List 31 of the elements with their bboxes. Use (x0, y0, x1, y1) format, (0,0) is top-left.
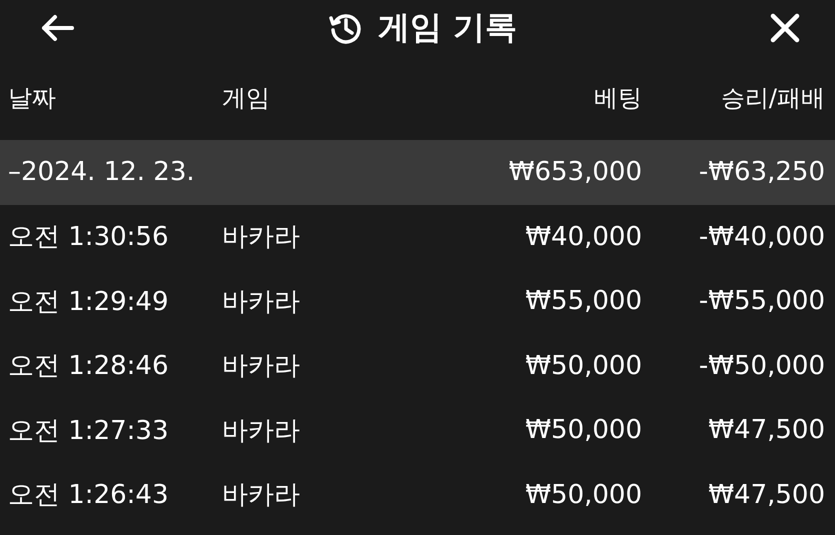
result-cell: -₩40,000 (698, 222, 825, 252)
time-cell: 오전 1:26:43 (8, 480, 168, 510)
bet-cell: ₩40,000 (525, 222, 642, 252)
time-cell: 오전 1:29:49 (8, 286, 168, 317)
close-icon[interactable] (768, 12, 801, 44)
column-header: 날짜 (8, 84, 56, 112)
window-title: 게임 기록 (378, 7, 518, 48)
result-cell: ₩47,500 (708, 480, 825, 510)
column-header: 게임 (222, 84, 270, 112)
game-cell: 바카라 (222, 480, 300, 510)
bet-cell: ₩55,000 (525, 286, 642, 316)
group-bet-total: ₩653,000 (508, 157, 642, 188)
date-group-row[interactable]: –2024. 12. 23. ₩653,000 -₩63,250 (0, 140, 835, 204)
time-cell: 오전 1:28:46 (8, 351, 168, 382)
column-header: 승리/패배 (720, 84, 825, 112)
bet-cell: ₩50,000 (525, 350, 642, 381)
game-cell: 바카라 (222, 222, 300, 252)
back-icon[interactable] (40, 13, 76, 43)
game-cell: 바카라 (222, 286, 300, 317)
group-date: –2024. 12. 23. (8, 157, 195, 188)
game-cell: 바카라 (222, 416, 300, 446)
time-cell: 오전 1:27:33 (8, 416, 168, 446)
result-cell: -₩55,000 (698, 286, 825, 316)
bet-cell: ₩50,000 (525, 415, 642, 446)
result-cell: ₩47,500 (708, 415, 825, 446)
time-cell: 오전 1:30:56 (8, 222, 168, 252)
bet-cell: ₩50,000 (525, 480, 642, 510)
group-result-total: -₩63,250 (698, 157, 825, 188)
result-cell: -₩50,000 (698, 350, 825, 381)
game-cell: 바카라 (222, 351, 300, 382)
column-header: 베팅 (594, 84, 642, 112)
